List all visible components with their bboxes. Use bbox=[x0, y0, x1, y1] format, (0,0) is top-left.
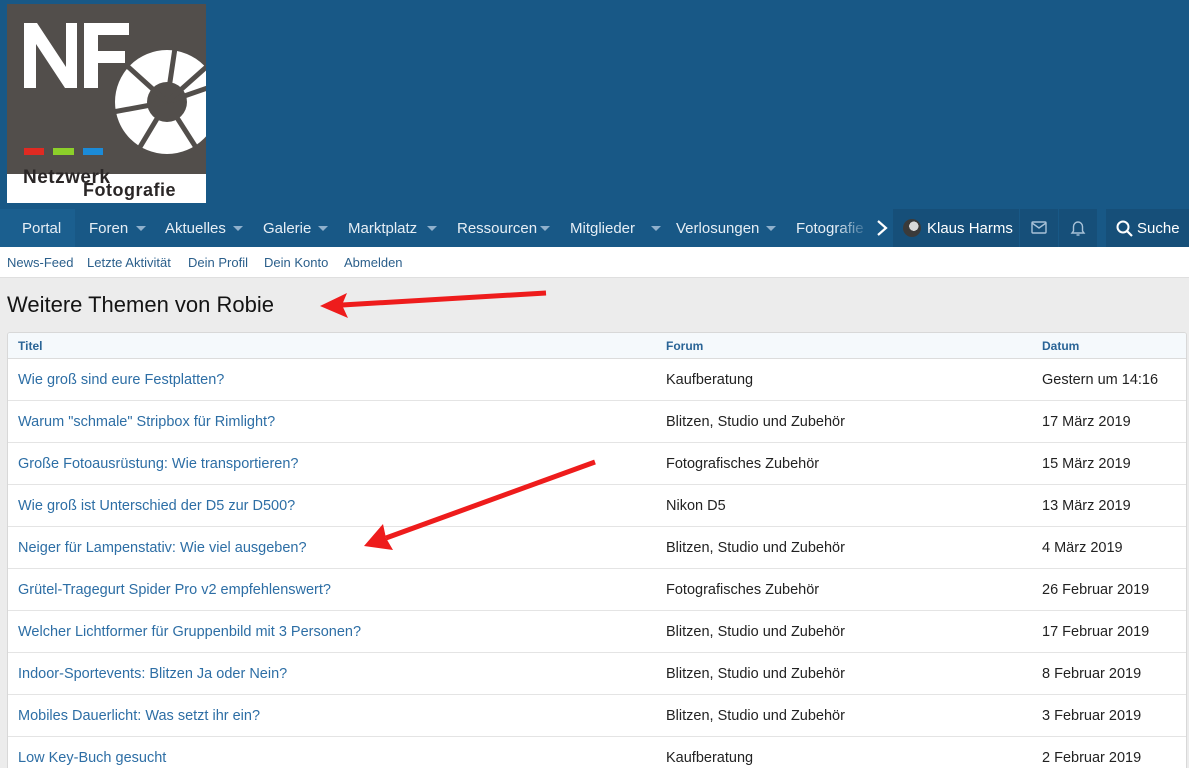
nav-label: Aktuelles bbox=[165, 220, 226, 237]
thread-date: 8 Februar 2019 bbox=[1042, 666, 1142, 682]
nav-label: Portal bbox=[22, 220, 62, 237]
annotation-arrow-title bbox=[320, 290, 547, 318]
page-title: Weitere Themen von Robie bbox=[7, 292, 274, 317]
thread-title-link[interactable]: Mobiles Dauerlicht: Was setzt ihr ein? bbox=[18, 695, 260, 737]
table-row: Mobiles Dauerlicht: Was setzt ihr ein? B… bbox=[8, 695, 1186, 737]
thread-forum: Nikon D5 bbox=[666, 498, 726, 514]
main-navigation: Portal Foren Aktuelles Galerie Marktplat… bbox=[0, 209, 1189, 247]
table-row: Warum "schmale" Stripbox für Rimlight? B… bbox=[8, 401, 1186, 443]
nav-items: Portal Foren Aktuelles Galerie Marktplat… bbox=[0, 209, 893, 247]
sub-navigation: News-Feed Letzte Aktivität Dein Profil D… bbox=[0, 247, 1189, 278]
thread-forum: Blitzen, Studio und Zubehör bbox=[666, 666, 845, 682]
search-label: Suche bbox=[1137, 220, 1180, 237]
caret-down-icon[interactable] bbox=[427, 226, 437, 231]
chevron-right-icon bbox=[877, 220, 888, 236]
subnav-item-dein-konto[interactable]: Dein Konto bbox=[264, 247, 328, 278]
column-header-titel[interactable]: Titel bbox=[18, 333, 42, 360]
thread-date: 2 Februar 2019 bbox=[1042, 750, 1142, 766]
thread-forum: Kaufberatung bbox=[666, 750, 754, 766]
thread-title-link[interactable]: Neiger für Lampenstativ: Wie viel ausgeb… bbox=[18, 527, 307, 569]
nav-label: Mitglieder bbox=[570, 220, 636, 237]
subnav-item-abmelden[interactable]: Abmelden bbox=[344, 247, 403, 278]
nav-item-verlosungen[interactable]: Verlosungen bbox=[676, 209, 759, 247]
nav-label: Galerie bbox=[263, 220, 312, 237]
table-row: Wie groß sind eure Festplatten? Kaufbera… bbox=[8, 359, 1186, 401]
conversations-button[interactable] bbox=[1020, 209, 1058, 247]
table-row: Große Fotoausrüstung: Wie transportieren… bbox=[8, 443, 1186, 485]
site-logo[interactable]: Netzwerk Fotografie bbox=[7, 4, 206, 203]
table-row: Indoor-Sportevents: Blitzen Ja oder Nein… bbox=[8, 653, 1186, 695]
nav-item-aktuelles[interactable]: Aktuelles bbox=[165, 209, 226, 247]
thread-date: 3 Februar 2019 bbox=[1042, 708, 1142, 724]
nav-item-ressourcen[interactable]: Ressourcen bbox=[457, 209, 537, 247]
thread-title-link[interactable]: Wie groß ist Unterschied der D5 zur D500… bbox=[18, 485, 295, 527]
subnav-item-news-feed[interactable]: News-Feed bbox=[7, 247, 73, 278]
thread-forum: Blitzen, Studio und Zubehör bbox=[666, 540, 845, 556]
thread-forum: Blitzen, Studio und Zubehör bbox=[666, 708, 845, 724]
caret-down-icon[interactable] bbox=[136, 226, 146, 231]
thread-title-link[interactable]: Indoor-Sportevents: Blitzen Ja oder Nein… bbox=[18, 653, 287, 695]
search-button[interactable]: Suche bbox=[1106, 209, 1189, 247]
nav-label: Foren bbox=[89, 220, 129, 237]
thread-date: 17 März 2019 bbox=[1042, 414, 1131, 430]
thread-title-link[interactable]: Grütel-Tragegurt Spider Pro v2 empfehlen… bbox=[18, 569, 331, 611]
envelope-icon bbox=[1031, 221, 1047, 234]
nav-item-marktplatz[interactable]: Marktplatz bbox=[348, 209, 417, 247]
thread-date: 26 Februar 2019 bbox=[1042, 582, 1150, 598]
caret-down-icon[interactable] bbox=[651, 226, 661, 231]
thread-title-link[interactable]: Warum "schmale" Stripbox für Rimlight? bbox=[18, 401, 275, 443]
logo-word-fotografie: Fotografie bbox=[83, 180, 176, 200]
nav-item-mitglieder[interactable]: Mitglieder bbox=[570, 209, 635, 247]
nav-fade bbox=[836, 209, 870, 247]
threads-table: Titel Forum Datum Wie groß sind eure Fes… bbox=[7, 332, 1187, 768]
table-row: Low Key-Buch gesucht Kaufberatung 2 Febr… bbox=[8, 737, 1186, 768]
thread-forum: Blitzen, Studio und Zubehör bbox=[666, 624, 845, 640]
avatar bbox=[903, 219, 921, 237]
thread-title-link[interactable]: Low Key-Buch gesucht bbox=[18, 737, 166, 768]
table-row: Welcher Lichtformer für Gruppenbild mit … bbox=[8, 611, 1186, 653]
thread-forum: Fotografisches Zubehör bbox=[666, 582, 820, 598]
table-row: Wie groß ist Unterschied der D5 zur D500… bbox=[8, 485, 1186, 527]
search-icon bbox=[1116, 220, 1133, 237]
column-header-forum[interactable]: Forum bbox=[666, 333, 703, 360]
nav-label: Verlosungen bbox=[676, 220, 760, 237]
user-name: Klaus Harms bbox=[927, 220, 1013, 237]
thread-forum: Blitzen, Studio und Zubehör bbox=[666, 414, 845, 430]
thread-date: 17 Februar 2019 bbox=[1042, 624, 1150, 640]
caret-down-icon[interactable] bbox=[540, 226, 550, 231]
thread-forum: Kaufberatung bbox=[666, 372, 754, 388]
caret-down-icon[interactable] bbox=[318, 226, 328, 231]
nav-label: Ressourcen bbox=[457, 220, 538, 237]
nav-more-button[interactable] bbox=[871, 209, 893, 247]
site-header: Netzwerk Fotografie bbox=[0, 0, 1189, 209]
table-row: Neiger für Lampenstativ: Wie viel ausgeb… bbox=[8, 527, 1186, 569]
nav-item-foren[interactable]: Foren bbox=[89, 209, 128, 247]
caret-down-icon[interactable] bbox=[766, 226, 776, 231]
table-header: Titel Forum Datum bbox=[8, 333, 1186, 360]
caret-down-icon[interactable] bbox=[233, 226, 243, 231]
nav-item-portal[interactable]: Portal bbox=[0, 209, 75, 247]
thread-forum: Fotografisches Zubehör bbox=[666, 456, 820, 472]
table-row: Grütel-Tragegurt Spider Pro v2 empfehlen… bbox=[8, 569, 1186, 611]
user-menu-button[interactable]: Klaus Harms bbox=[893, 209, 1019, 247]
nav-label: Marktplatz bbox=[348, 220, 418, 237]
subnav-item-dein-profil[interactable]: Dein Profil bbox=[188, 247, 248, 278]
alerts-button[interactable] bbox=[1059, 209, 1097, 247]
nav-item-galerie[interactable]: Galerie bbox=[263, 209, 311, 247]
thread-date: 13 März 2019 bbox=[1042, 498, 1131, 514]
bell-icon bbox=[1070, 221, 1086, 236]
column-header-datum[interactable]: Datum bbox=[1042, 333, 1079, 360]
thread-date: 15 März 2019 bbox=[1042, 456, 1131, 472]
thread-title-link[interactable]: Welcher Lichtformer für Gruppenbild mit … bbox=[18, 611, 361, 653]
thread-title-link[interactable]: Große Fotoausrüstung: Wie transportieren… bbox=[18, 443, 298, 485]
thread-date: 4 März 2019 bbox=[1042, 540, 1123, 556]
subnav-item-letzte-aktivitaet[interactable]: Letzte Aktivität bbox=[87, 247, 171, 278]
thread-title-link[interactable]: Wie groß sind eure Festplatten? bbox=[18, 359, 224, 401]
thread-date: Gestern um 14:16 bbox=[1042, 372, 1159, 388]
